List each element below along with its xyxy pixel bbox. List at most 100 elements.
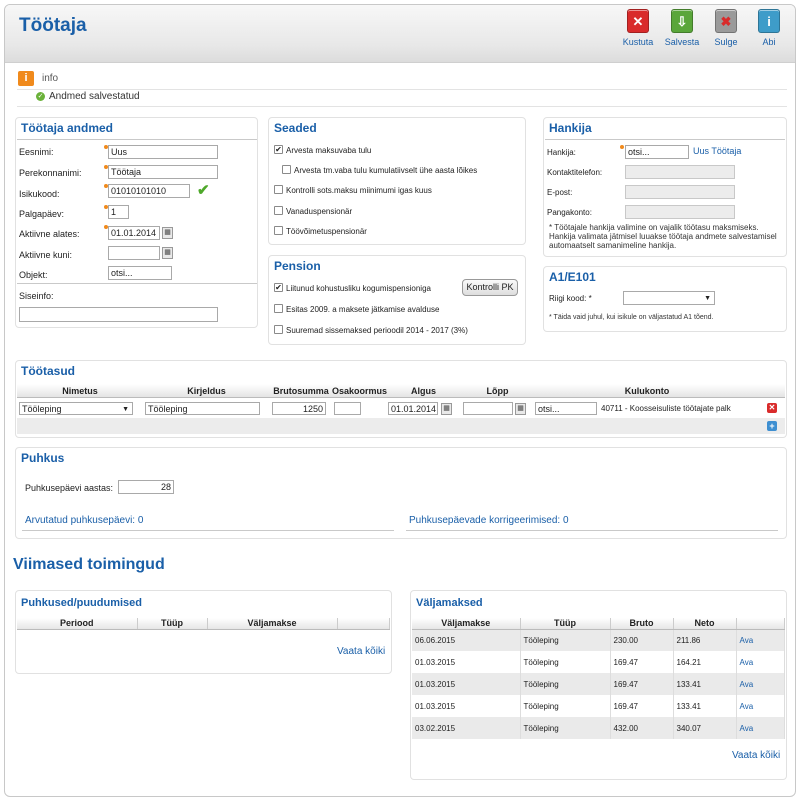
payment-type: Tööleping (520, 629, 611, 651)
table-row: 01.03.2015 Tööleping 169.47 164.21 Ava (412, 651, 785, 673)
internal-info-textarea[interactable] (19, 307, 218, 322)
add-row-icon[interactable]: + (767, 421, 777, 431)
payment-bruto: 169.47 (610, 695, 674, 717)
setting-checkbox-3[interactable] (274, 206, 283, 215)
pension-title: Pension (274, 259, 321, 273)
supplier-search-input[interactable]: otsi... (625, 145, 689, 159)
wage-type-select[interactable]: Tööleping ▼ (19, 402, 133, 415)
save-button[interactable]: ⇩ Salvesta (662, 9, 702, 47)
close-icon: ✖ (715, 9, 737, 33)
email-label: E-post: (547, 188, 573, 197)
setting-label-1: Arvesta tm.vaba tulu kumulatiivselt ühe … (294, 166, 478, 175)
payment-bruto: 230.00 (610, 629, 674, 651)
col-osakoormus: Osakoormus (332, 386, 388, 396)
setting-checkbox-0[interactable]: ✔ (274, 145, 283, 154)
col-kulukonto: Kulukonto (624, 386, 670, 396)
calendar-icon[interactable]: ▦ (162, 247, 173, 259)
chevron-down-icon: ▼ (704, 295, 711, 302)
settings-title: Seaded (274, 121, 317, 135)
wage-end-input[interactable] (463, 402, 513, 415)
open-link[interactable]: Ava (736, 717, 785, 739)
payment-type: Tööleping (520, 695, 611, 717)
wage-start-input[interactable]: 01.01.2014 (388, 402, 438, 415)
id-code-input[interactable]: 01010101010 (108, 184, 190, 198)
last-name-input[interactable]: Töötaja (108, 165, 218, 179)
open-link[interactable]: Ava (736, 629, 785, 651)
absences-view-all-link[interactable]: Vaata kõiki (337, 646, 385, 657)
calendar-icon[interactable]: ▦ (441, 403, 452, 415)
worker-title: Töötaja andmed (21, 121, 114, 135)
setting-checkbox-2[interactable] (274, 185, 283, 194)
country-code-select[interactable]: ▼ (623, 291, 715, 305)
pension-checkbox-0[interactable]: ✔ (274, 283, 283, 292)
wage-account-name: 40711 - Koosseisuliste töötajate palk (601, 404, 731, 413)
setting-checkbox-1[interactable] (282, 165, 291, 174)
supplier-label: Hankija: (547, 148, 576, 157)
setting-checkbox-4[interactable] (274, 226, 283, 235)
col-tyyp: Tüüp (520, 618, 611, 630)
calendar-icon[interactable]: ▦ (162, 227, 173, 239)
active-to-label: Aktiivne kuni: (19, 250, 73, 260)
help-button[interactable]: i Abi (749, 9, 789, 47)
bank-account-field (625, 205, 735, 219)
wage-account-search[interactable]: otsi... (535, 402, 597, 415)
open-link[interactable]: Ava (736, 695, 785, 717)
table-row: 03.02.2015 Tööleping 432.00 340.07 Ava (412, 717, 785, 739)
phone-label: Kontaktitelefon: (547, 168, 603, 177)
col-nimetus: Nimetus (62, 386, 98, 396)
new-worker-link[interactable]: Uus Töötaja (693, 146, 741, 156)
payment-bruto: 169.47 (610, 673, 674, 695)
calculated-vacation-days: Arvutatud puhkusepäevi: 0 (25, 515, 144, 526)
pension-label-0: Liitunud kohustusliku kogumispensioniga (286, 284, 431, 293)
payment-type: Tööleping (520, 673, 611, 695)
chevron-down-icon: ▼ (122, 406, 129, 413)
payments-view-all-link[interactable]: Vaata kõiki (732, 750, 780, 761)
col-algus: Algus (410, 386, 436, 396)
email-field (625, 185, 735, 199)
col-valjamakse: Väljamakse (207, 618, 338, 630)
col-lopp: Lõpp (486, 386, 509, 396)
payment-date: 01.03.2015 (412, 673, 521, 695)
payment-type: Tööleping (520, 717, 611, 739)
col-kirjeldus: Kirjeldus (187, 386, 226, 396)
a1-title: A1/E101 (549, 270, 596, 284)
table-row: 06.06.2015 Tööleping 230.00 211.86 Ava (412, 629, 785, 651)
pay-day-label: Palgapäev: (19, 209, 65, 219)
payment-neto: 164.21 (673, 651, 737, 673)
internal-info-label: Siseinfo: (19, 291, 54, 301)
country-code-label: Riigi kood: * (549, 294, 592, 303)
vacation-days-input[interactable]: 28 (118, 480, 174, 494)
payment-neto: 211.86 (673, 629, 737, 651)
object-label: Objekt: (19, 270, 48, 280)
active-from-input[interactable]: 01.01.2014 (108, 226, 160, 240)
pension-checkbox-1[interactable] (274, 304, 283, 313)
check-pension-button[interactable]: Kontrolli PK (462, 279, 518, 296)
id-code-label: Isikukood: (19, 189, 60, 199)
wage-share-input[interactable] (334, 402, 361, 415)
settings-panel (268, 117, 526, 245)
first-name-label: Eesnimi: (19, 147, 54, 157)
payment-date: 01.03.2015 (412, 651, 521, 673)
open-link[interactable]: Ava (736, 673, 785, 695)
calendar-icon[interactable]: ▦ (515, 403, 526, 415)
delete-button[interactable]: ✕ Kustuta (618, 9, 658, 47)
table-row: 01.03.2015 Tööleping 169.47 133.41 Ava (412, 673, 785, 695)
wage-description-input[interactable]: Tööleping (145, 402, 260, 415)
active-to-input[interactable] (108, 246, 160, 260)
check-circle-icon: ✓ (36, 92, 45, 101)
phone-field (625, 165, 735, 179)
close-button[interactable]: ✖ Sulge (706, 9, 746, 47)
first-name-input[interactable]: Uus (108, 145, 218, 159)
supplier-title: Hankija (549, 121, 592, 135)
setting-label-4: Töövõimetuspensionär (286, 227, 367, 236)
absences-table: Periood Tüüp Väljamakse (17, 618, 390, 630)
object-search-input[interactable]: otsi... (108, 266, 172, 280)
pension-checkbox-2[interactable] (274, 325, 283, 334)
col-valjamakse: Väljamakse (412, 618, 521, 630)
pay-day-input[interactable]: 1 (108, 205, 129, 219)
payment-date: 03.02.2015 (412, 717, 521, 739)
wage-gross-input[interactable]: 1250 (272, 402, 326, 415)
delete-row-icon[interactable]: ✕ (767, 403, 777, 413)
payment-type: Tööleping (520, 651, 611, 673)
open-link[interactable]: Ava (736, 651, 785, 673)
